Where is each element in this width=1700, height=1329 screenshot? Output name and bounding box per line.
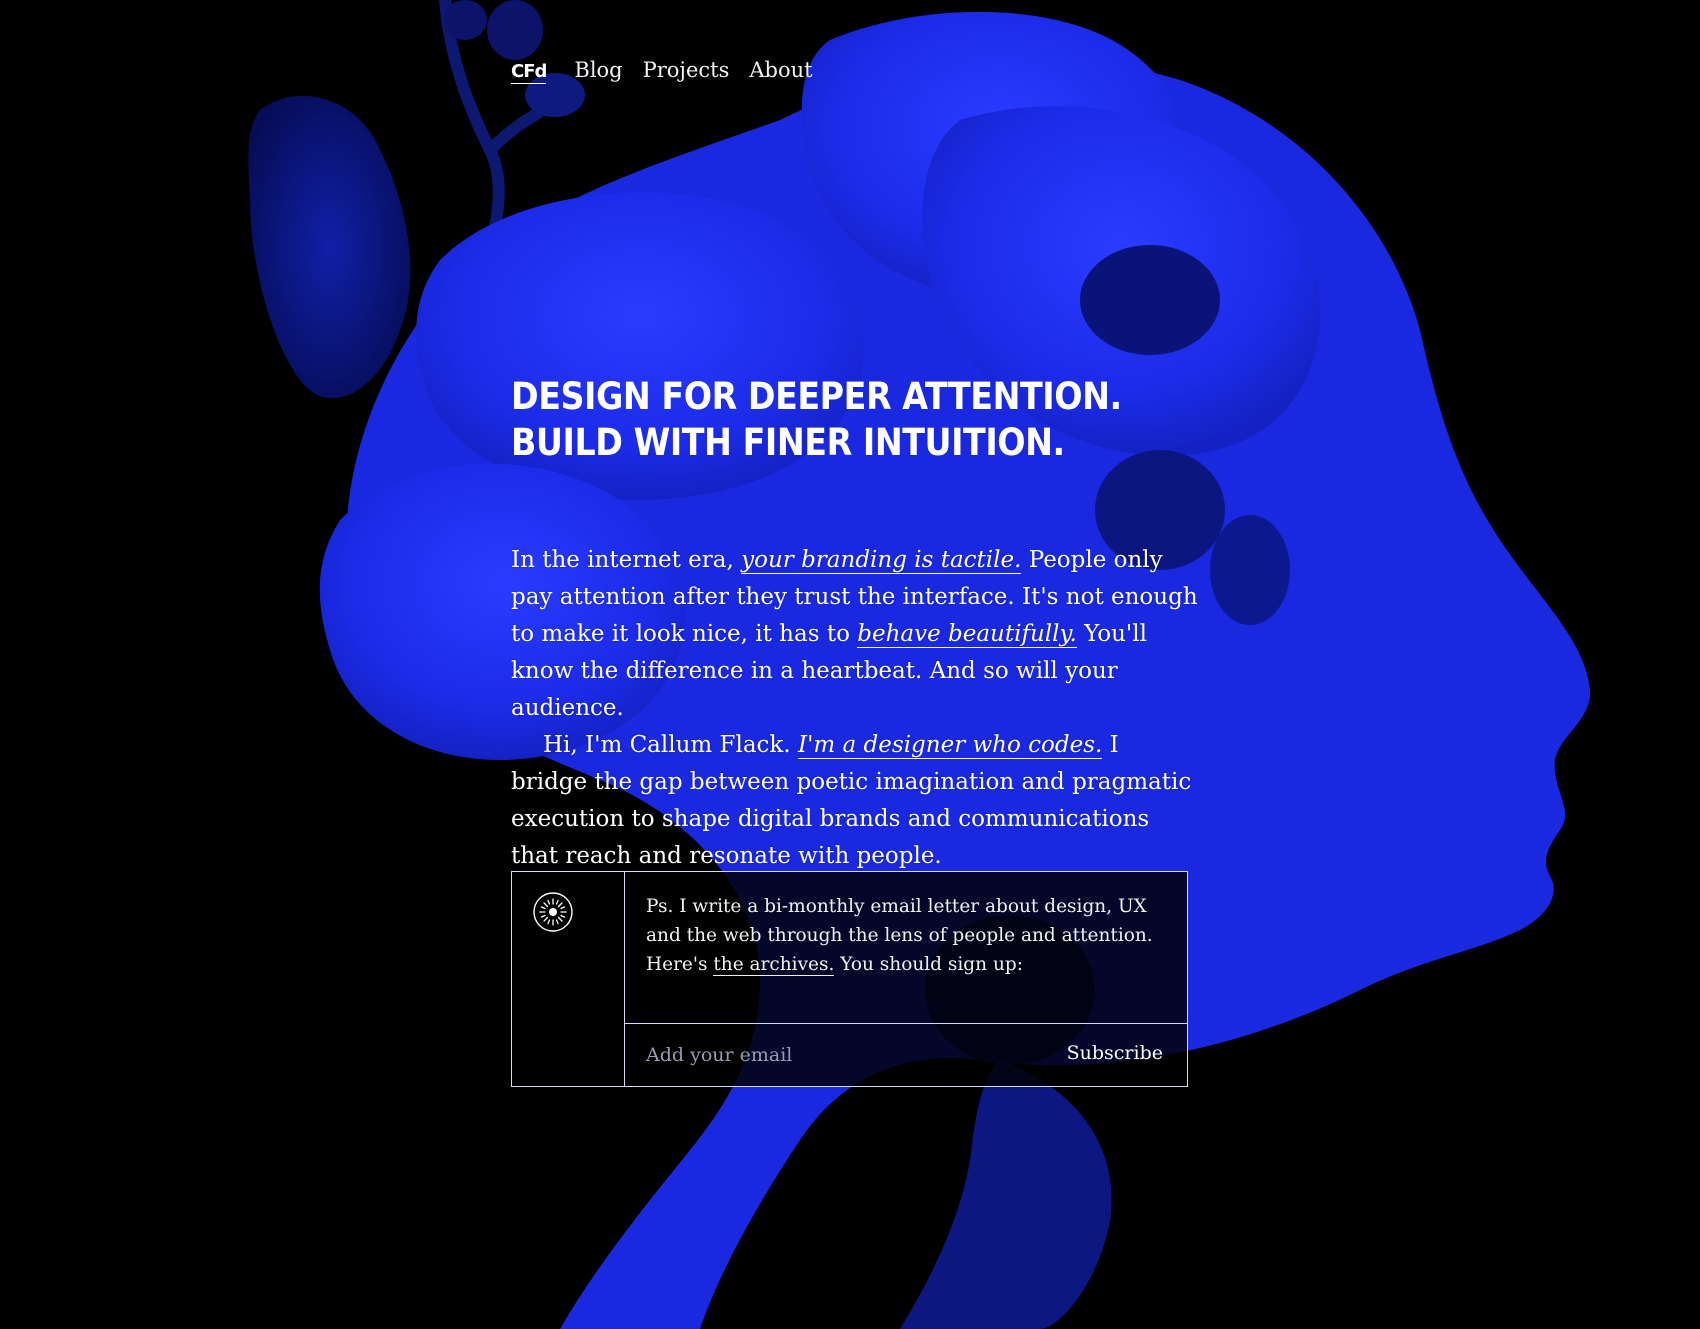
intro-paragraph-2: Hi, I'm Callum Flack. I'm a designer who…: [511, 727, 1201, 875]
designer-who-codes-link[interactable]: I'm a designer who codes.: [798, 732, 1103, 759]
orchid-dark-flower: [248, 95, 411, 399]
archives-link[interactable]: the archives.: [713, 954, 835, 976]
site-logo[interactable]: CFd: [511, 61, 547, 84]
sun-burst-icon: [533, 892, 573, 932]
behave-beautifully-link[interactable]: behave beautifully.: [857, 621, 1077, 648]
hero-headline-line-2: BUILD WITH FINER INTUITION.: [511, 421, 1065, 464]
newsletter-signup: Ps. I write a bi-monthly email letter ab…: [511, 871, 1188, 1087]
hero-headline-line-1: DESIGN FOR DEEPER ATTENTION.: [511, 375, 1122, 418]
hero-headline: DESIGN FOR DEEPER ATTENTION. BUILD WITH …: [511, 374, 1122, 466]
intro-paragraph-1: In the internet era, your branding is ta…: [511, 542, 1201, 727]
newsletter-text-segment: You should sign up:: [834, 954, 1023, 975]
orchid-bud: [487, 0, 543, 60]
newsletter-description: Ps. I write a bi-monthly email letter ab…: [625, 872, 1187, 1024]
email-input[interactable]: [625, 1024, 1055, 1086]
orchid-center: [1210, 515, 1290, 625]
intro-text: In the internet era, your branding is ta…: [511, 542, 1201, 875]
orchid-bud: [443, 0, 487, 40]
branding-tactile-link[interactable]: your branding is tactile.: [741, 547, 1022, 574]
intro-text-segment: Hi, I'm Callum Flack.: [543, 732, 798, 758]
main-nav: CFd Blog Projects About: [511, 58, 813, 84]
nav-link-projects[interactable]: Projects: [643, 58, 730, 82]
nav-link-about[interactable]: About: [749, 58, 812, 82]
neck-shadow: [900, 1060, 1112, 1329]
newsletter-form: Subscribe: [625, 1024, 1187, 1086]
intro-text-segment: In the internet era,: [511, 547, 742, 573]
nav-link-blog[interactable]: Blog: [574, 58, 622, 82]
orchid-center: [1080, 245, 1220, 355]
newsletter-icon-column: [512, 872, 625, 1086]
subscribe-button[interactable]: Subscribe: [1055, 1042, 1187, 1068]
